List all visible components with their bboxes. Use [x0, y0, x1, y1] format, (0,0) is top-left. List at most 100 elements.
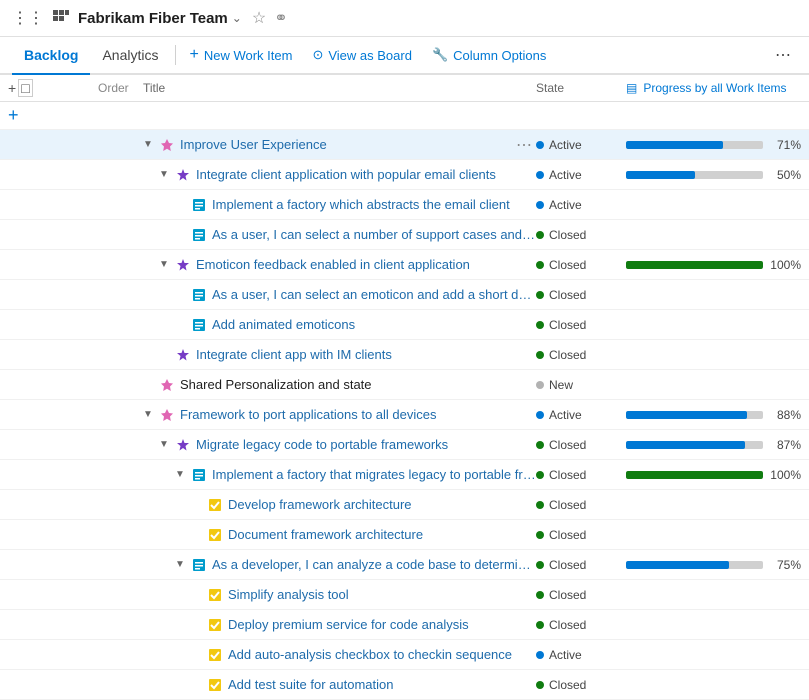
state-dot [536, 681, 544, 689]
state-dot [536, 561, 544, 569]
row-state: Active [536, 648, 626, 662]
progress-bar [626, 171, 763, 179]
table-row: ▼Improve User Experience⋯Active71% [0, 130, 809, 160]
state-text: New [549, 378, 573, 392]
row-toggle[interactable]: ▼ [175, 559, 189, 570]
row-title-text[interactable]: Framework to port applications to all de… [180, 407, 536, 422]
state-text: Closed [549, 438, 586, 452]
progress-chart-icon: ▤ [626, 81, 637, 95]
row-type-icon [208, 587, 224, 603]
row-title-text[interactable]: Add auto-analysis checkbox to checkin se… [228, 647, 536, 662]
row-title-area: Integrate client app with IM clients [143, 347, 536, 363]
row-title-area: ▼ Migrate legacy code to portable framewo… [143, 437, 536, 453]
row-title-area: As a user, I can select a number of supp… [143, 227, 536, 243]
state-dot [536, 381, 544, 389]
row-toggle[interactable]: ▼ [159, 169, 173, 180]
add-row: + [0, 102, 809, 130]
add-item-button[interactable]: + [8, 105, 19, 126]
row-title-text[interactable]: As a user, I can select an emoticon and … [212, 287, 536, 302]
state-text: Active [549, 198, 582, 212]
new-work-item-button[interactable]: + New Work Item [180, 38, 303, 72]
row-title-area: As a user, I can select an emoticon and … [143, 287, 536, 303]
row-ellipsis-button[interactable]: ⋯ [512, 135, 536, 155]
row-progress: 100% [626, 258, 801, 272]
column-options-button[interactable]: 🔧 Column Options [422, 39, 556, 71]
row-toggle[interactable]: ▼ [159, 439, 173, 450]
work-items-list: ▼Improve User Experience⋯Active71%▼Integ… [0, 130, 809, 700]
progress-percentage: 100% [769, 468, 801, 482]
star-icon[interactable]: ☆ [252, 8, 266, 28]
view-as-board-button[interactable]: ⊙ View as Board [302, 39, 422, 71]
row-title-area: Deploy premium service for code analysis [143, 617, 536, 633]
table-row: Deploy premium service for code analysis… [0, 610, 809, 640]
table-row: Add animated emoticonsClosed [0, 310, 809, 340]
row-toggle[interactable]: ▼ [143, 139, 157, 150]
state-dot [536, 651, 544, 659]
row-toggle[interactable]: ▼ [159, 259, 173, 270]
row-title-area: Add test suite for automation [143, 677, 536, 693]
progress-fill [626, 261, 763, 269]
row-state: Active [536, 408, 626, 422]
row-progress: 88% [626, 408, 801, 422]
state-dot [536, 141, 544, 149]
row-type-icon [208, 617, 224, 633]
row-title-text[interactable]: Implement a factory that migrates legacy… [212, 467, 536, 482]
row-title-text[interactable]: Deploy premium service for code analysis [228, 617, 536, 632]
nav-more-button[interactable]: ⋯ [769, 37, 797, 73]
table-header-order: Order [98, 81, 143, 95]
table-row: Integrate client app with IM clientsClos… [0, 340, 809, 370]
row-title-text: Shared Personalization and state [180, 377, 536, 392]
row-progress: 75% [626, 558, 801, 572]
row-state: Active [536, 168, 626, 182]
row-type-icon [176, 437, 192, 453]
nav-analytics[interactable]: Analytics [90, 37, 170, 73]
row-toggle[interactable]: ▼ [143, 409, 157, 420]
row-state: Closed [536, 288, 626, 302]
progress-bar [626, 261, 763, 269]
row-title-text[interactable]: Simplify analysis tool [228, 587, 536, 602]
row-title-text[interactable]: Migrate legacy code to portable framewor… [196, 437, 536, 452]
row-title-area: Implement a factory which abstracts the … [143, 197, 536, 213]
row-progress: 100% [626, 468, 801, 482]
row-title-text[interactable]: Add test suite for automation [228, 677, 536, 692]
state-dot [536, 261, 544, 269]
state-text: Closed [549, 678, 586, 692]
row-title-area: Add auto-analysis checkbox to checkin se… [143, 647, 536, 663]
row-state: Closed [536, 528, 626, 542]
row-title-text[interactable]: Document framework architecture [228, 527, 536, 542]
table-row: ▼ Framework to port applications to all d… [0, 400, 809, 430]
row-title-text[interactable]: As a user, I can select a number of supp… [212, 227, 536, 242]
add-child-icon[interactable]: + [8, 80, 16, 96]
row-title-text[interactable]: Develop framework architecture [228, 497, 536, 512]
team-chevron-icon[interactable]: ⌄ [232, 11, 242, 25]
table-row: Develop framework architectureClosed [0, 490, 809, 520]
table-row: Simplify analysis toolClosed [0, 580, 809, 610]
row-title-text[interactable]: Integrate client application with popula… [196, 167, 536, 182]
row-state: Closed [536, 468, 626, 482]
row-state: Active [536, 138, 626, 152]
row-toggle[interactable]: ▼ [175, 469, 189, 480]
row-type-icon [192, 317, 208, 333]
table-row: ▼ Migrate legacy code to portable framewo… [0, 430, 809, 460]
state-text: Closed [549, 528, 586, 542]
person-add-icon[interactable]: ⚭ [274, 8, 287, 28]
state-dot [536, 201, 544, 209]
row-title-text[interactable]: Add animated emoticons [212, 317, 536, 332]
table-row: Add test suite for automation Closed [0, 670, 809, 700]
row-title-text[interactable]: Emoticon feedback enabled in client appl… [196, 257, 536, 272]
row-title-text[interactable]: Integrate client app with IM clients [196, 347, 536, 362]
nav-divider [175, 45, 176, 65]
row-type-icon [192, 467, 208, 483]
expand-icon[interactable]: □ [18, 79, 32, 97]
row-title-text[interactable]: Improve User Experience [180, 137, 512, 152]
state-text: Closed [549, 258, 586, 272]
state-text: Active [549, 138, 582, 152]
row-title-area: Document framework architecture [143, 527, 536, 543]
row-progress: 50% [626, 168, 801, 182]
table-row: Document framework architecture Closed [0, 520, 809, 550]
progress-percentage: 100% [769, 258, 801, 272]
state-dot [536, 501, 544, 509]
row-title-text[interactable]: As a developer, I can analyze a code bas… [212, 557, 536, 572]
row-title-text[interactable]: Implement a factory which abstracts the … [212, 197, 536, 212]
nav-backlog[interactable]: Backlog [12, 37, 90, 75]
